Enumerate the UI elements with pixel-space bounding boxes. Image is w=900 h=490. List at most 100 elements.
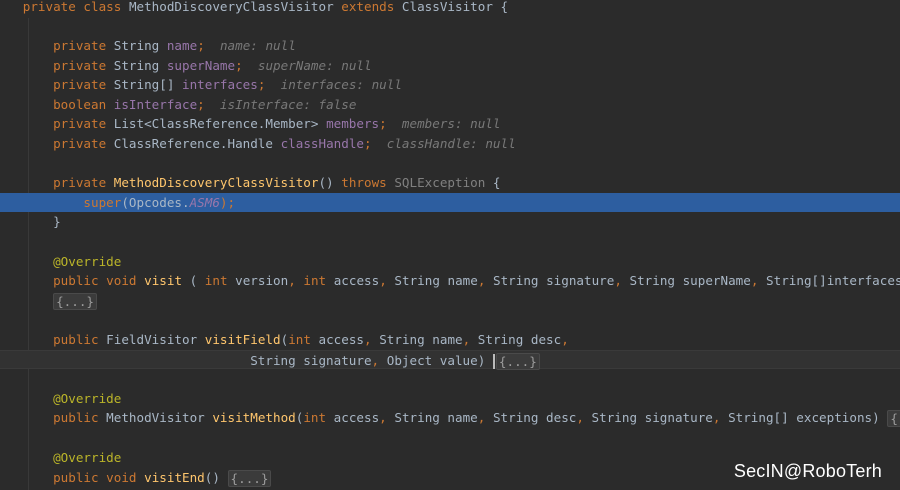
modifier: public [53, 332, 99, 347]
field-name: superName [166, 57, 236, 73]
parent-class: ClassVisitor [401, 0, 493, 14]
code-line-field[interactable]: boolean isInterface; isInterface: false [0, 95, 900, 115]
code-line-field[interactable]: private String superName; superName: nul… [0, 56, 900, 76]
folded-region[interactable]: {...} [227, 469, 272, 487]
comma: , [477, 410, 486, 426]
semicolon: ; [197, 38, 205, 53]
code-line-field[interactable]: private ClassReference.Handle classHandl… [0, 134, 900, 154]
inlay-hint: superName: null [257, 57, 372, 73]
parens: () [204, 469, 220, 485]
inlay-hint: members: null [401, 116, 501, 132]
code-line-field[interactable]: private String[] interfaces; interfaces:… [0, 75, 900, 95]
super-args-close: ); [219, 194, 236, 210]
param-name: access [326, 273, 380, 289]
field-type: ClassReference.Handle [113, 136, 273, 151]
field-type: String [113, 57, 160, 73]
code-line-visit-signature[interactable]: public void visit ( int version, int acc… [0, 271, 900, 291]
field-type: String[] [113, 77, 175, 93]
param-type: int [204, 273, 228, 289]
folded-region[interactable]: {...} [495, 352, 540, 370]
modifier: private [53, 77, 107, 93]
code-line-caret[interactable]: String signature, Object value) {...} [0, 349, 900, 370]
param: String desc [477, 332, 562, 347]
comma: , [712, 410, 721, 426]
code-line-field[interactable]: private List<ClassReference.Member> memb… [0, 114, 900, 134]
param: String[]interfaces) [766, 273, 900, 289]
paren-open: ( [182, 273, 205, 289]
return-type: FieldVisitor [106, 332, 198, 347]
brace: } [53, 214, 61, 230]
modifier: public [53, 469, 99, 485]
keyword: super [83, 194, 122, 210]
code-line-field[interactable]: private String name; name: null [0, 36, 900, 56]
comma: , [379, 410, 387, 426]
code-line-constructor[interactable]: private MethodDiscoveryClassVisitor() th… [0, 173, 900, 193]
param: String signature [591, 410, 713, 426]
field-name: isInterface [113, 96, 198, 112]
super-args-open: (Opcodes. [121, 194, 190, 210]
modifier: private [53, 57, 107, 73]
comma: , [371, 352, 380, 368]
modifier: private [53, 38, 107, 53]
method-name: visitEnd [144, 469, 205, 485]
method-name: visitField [204, 332, 281, 347]
param: String name [379, 332, 463, 347]
method-name: visit [144, 273, 183, 289]
field-name: name [166, 38, 198, 53]
return-type: void [106, 273, 137, 289]
comma: , [364, 332, 372, 347]
inlay-hint: isInterface: false [219, 96, 357, 112]
brace: { [485, 175, 501, 191]
return-type: void [106, 469, 137, 485]
param: String desc [492, 410, 577, 426]
comma: , [576, 410, 584, 426]
param: String signature [493, 273, 615, 289]
semicolon: ; [379, 116, 387, 132]
return-type: MethodVisitor [106, 410, 205, 426]
comma: , [379, 273, 387, 289]
watermark: SecIN@RoboTerh [733, 461, 882, 481]
constructor-name: MethodDiscoveryClassVisitor [113, 175, 319, 191]
keyword: extends [341, 0, 395, 14]
code-line-folded-body[interactable]: {...} [0, 291, 900, 311]
param: String[] exceptions) [728, 410, 880, 426]
param-name: access [326, 410, 380, 426]
semicolon: ; [363, 136, 372, 151]
param-name: version [227, 273, 289, 289]
inlay-hint: name: null [219, 38, 296, 53]
semicolon: ; [197, 96, 205, 112]
parens: () [318, 175, 334, 191]
param-name: access [310, 332, 365, 347]
field-name: members [326, 116, 380, 132]
param: String superName [629, 273, 751, 289]
param-type: int [303, 410, 327, 426]
code-line-annotation[interactable]: @Override [0, 389, 900, 409]
override-annotation: @Override [53, 253, 122, 269]
modifier: private [53, 116, 107, 132]
override-annotation: @Override [53, 450, 122, 465]
keyword: class [83, 0, 122, 14]
code-line-class-declaration[interactable]: private class MethodDiscoveryClassVisito… [0, 0, 900, 17]
inlay-hint: interfaces: null [280, 77, 402, 93]
field-name: classHandle [280, 136, 364, 151]
param-type: int [288, 332, 311, 347]
code-line-close-brace[interactable]: } [0, 212, 900, 232]
code-line-annotation[interactable]: @Override [0, 252, 900, 272]
comma: , [288, 273, 296, 289]
param: String signature [250, 352, 372, 368]
exception-type: SQLException [394, 175, 486, 191]
param-type: int [303, 273, 327, 289]
code-editor[interactable]: private class MethodDiscoveryClassVisito… [0, 0, 900, 490]
override-annotation: @Override [53, 390, 122, 406]
constant: ASM6 [189, 194, 220, 210]
code-line-visitfield-signature[interactable]: public FieldVisitor visitField(int acces… [0, 330, 900, 350]
param: String name [394, 410, 478, 426]
code-line-visitmethod-signature[interactable]: public MethodVisitor visitMethod(int acc… [0, 408, 900, 428]
class-name: MethodDiscoveryClassVisitor [128, 0, 334, 14]
folded-region[interactable]: {...} [887, 410, 900, 428]
code-line-super-call-selected[interactable]: super(Opcodes.ASM6); [0, 192, 900, 213]
text-cursor [492, 353, 495, 369]
folded-region[interactable]: {...} [53, 292, 97, 310]
brace: { [492, 0, 509, 14]
keyword: private [22, 0, 76, 14]
